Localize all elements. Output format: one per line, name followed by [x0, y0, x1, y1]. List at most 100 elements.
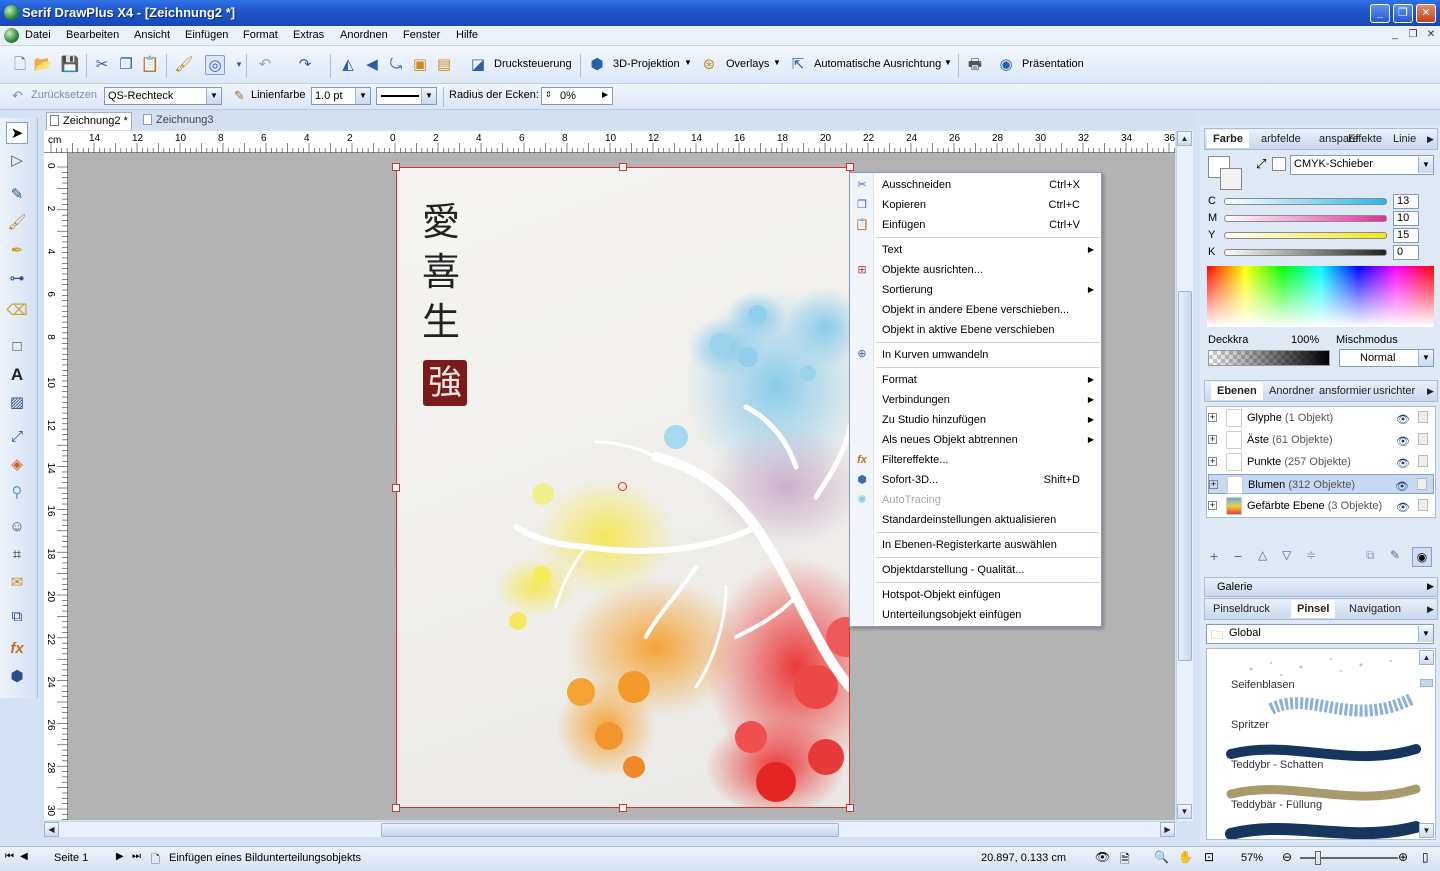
presentation-icon[interactable]: ◉	[996, 55, 1016, 75]
redo-icon[interactable]: ↷	[295, 55, 315, 75]
user-tool-icon[interactable]: ☺	[6, 516, 28, 538]
scroll-up-icon[interactable]: ▲	[1177, 131, 1192, 146]
close-button[interactable]: ✕	[1416, 4, 1436, 23]
menu-item-ausschneiden[interactable]: Ausschneiden Ctrl+X	[882, 177, 1092, 193]
line-color-label[interactable]: Linienfarbe	[251, 89, 305, 101]
eyedropper-tool-icon[interactable]: ⤢	[6, 426, 28, 448]
mdi-restore-icon[interactable]: ❐	[1406, 29, 1420, 42]
expand-icon[interactable]: +	[1208, 457, 1217, 466]
selection-handle[interactable]	[392, 804, 400, 812]
eyedropper-icon[interactable]: ⤢	[1256, 156, 1266, 172]
prev-page-icon[interactable]: ◀	[20, 851, 28, 862]
horizontal-scrollbar[interactable]: ◀ ▶	[44, 821, 1176, 837]
menu-item-abtrennen[interactable]: Als neues Objekt abtrennen ▶	[882, 432, 1094, 448]
yellow-input[interactable]: 15	[1393, 228, 1419, 243]
reset-button[interactable]: Zurücksetzen	[31, 89, 97, 101]
vertical-ruler[interactable]: 0 2 4 6 8 10 12 14 16 18 20 22 24 26 28 30	[44, 153, 68, 820]
menu-ansicht[interactable]: Ansicht	[134, 29, 170, 41]
hand-tool-icon[interactable]: ✋	[1178, 850, 1193, 864]
tab-farbfelder[interactable]: arbfelde	[1261, 130, 1301, 148]
layer-view-icon[interactable]: ◉	[1412, 547, 1432, 567]
menu-item-kopieren[interactable]: Kopieren Ctrl+C	[882, 197, 1092, 213]
layer-blumen[interactable]: + Blumen (312 Objekte) 👁	[1208, 474, 1434, 494]
vertical-scrollbar[interactable]: ▲ ▼	[1176, 131, 1193, 821]
panel-arrow-icon[interactable]: ▶	[1427, 382, 1434, 400]
opacity-slider[interactable]	[1208, 350, 1330, 366]
panel-arrow-icon[interactable]: ▶	[1427, 130, 1434, 148]
chevron-down-icon[interactable]: ▼	[1418, 626, 1433, 642]
eye-icon[interactable]: 👁	[1396, 498, 1410, 518]
menu-item-unterteilungsobjekt[interactable]: Unterteilungsobjekt einfügen	[882, 607, 1092, 623]
undo-icon[interactable]: ↶	[255, 55, 275, 75]
first-page-icon[interactable]: ⏮	[5, 851, 14, 862]
chevron-down-icon[interactable]: ▼	[944, 58, 952, 67]
menu-item-standardeinstellungen[interactable]: Standardeinstellungen aktualisieren	[882, 512, 1092, 528]
pointer-tool-icon[interactable]: ➤	[6, 122, 28, 144]
flip-horizontal-icon[interactable]: ◭	[338, 55, 358, 75]
tab-zeichnung2[interactable]: Zeichnung2 *	[46, 112, 132, 130]
menu-item-text[interactable]: Text ▶	[882, 242, 1094, 258]
text-tool-icon[interactable]: A	[6, 364, 28, 386]
transform-icon[interactable]: ◎	[205, 55, 225, 75]
menu-einfuegen[interactable]: Einfügen	[185, 29, 228, 41]
menu-item-studio[interactable]: Zu Studio hinzufügen ▶	[882, 412, 1094, 428]
key-slider[interactable]	[1224, 249, 1387, 256]
lock-icon[interactable]	[1418, 411, 1428, 423]
eye-icon[interactable]: 👁	[1395, 477, 1409, 497]
color-mode-select[interactable]: CMYK-Schieber	[1290, 155, 1434, 175]
scroll-thumb[interactable]	[381, 823, 839, 837]
tab-effekte[interactable]: Effekte	[1348, 130, 1382, 148]
layer-properties-icon[interactable]: ✎	[1390, 548, 1400, 562]
print-control-button[interactable]: Drucksteuerung	[494, 58, 572, 70]
transparency-tool-icon[interactable]: ⚲	[6, 482, 28, 504]
scroll-thumb[interactable]	[1420, 679, 1433, 687]
auto-align-button[interactable]: Automatische Ausrichtung	[814, 58, 941, 70]
fx-tool-icon[interactable]: fx	[6, 638, 28, 660]
menu-item-objektdarstellung[interactable]: Objektdarstellung - Qualität...	[882, 562, 1092, 578]
brush-tool-icon[interactable]: 🖌	[6, 212, 28, 234]
3d-projection-icon[interactable]: ⬢	[587, 55, 607, 75]
rotate-icon[interactable]: ⤿	[386, 55, 406, 75]
add-layer-icon[interactable]: +	[1210, 548, 1218, 564]
maximize-button[interactable]: ❐	[1393, 4, 1413, 23]
brush-category-select[interactable]: Global	[1206, 624, 1434, 644]
expand-icon[interactable]: +	[1209, 480, 1218, 489]
menu-item-filtereffekte[interactable]: Filtereffekte...	[882, 452, 1092, 468]
expand-icon[interactable]: +	[1208, 501, 1217, 510]
color-spectrum[interactable]	[1207, 266, 1434, 327]
reset-icon[interactable]: ↶	[12, 88, 23, 104]
page-view-icon[interactable]: 🗎	[1120, 850, 1130, 871]
menu-item-kurven[interactable]: In Kurven umwandeln	[882, 347, 1092, 363]
menu-anordnen[interactable]: Anordnen	[340, 29, 388, 41]
menu-item-objekte-ausrichten[interactable]: Objekte ausrichten...	[882, 262, 1092, 278]
chevron-down-icon[interactable]: ▼	[1418, 157, 1433, 173]
presentation-button[interactable]: Präsentation	[1022, 58, 1084, 70]
selection-handle[interactable]	[846, 804, 854, 812]
lock-icon[interactable]	[1418, 499, 1428, 511]
shape-select[interactable]: QS-Rechteck	[104, 87, 222, 105]
envelope-tool-icon[interactable]: ✉	[6, 572, 28, 594]
selection-handle[interactable]	[619, 163, 627, 171]
magenta-slider[interactable]	[1224, 215, 1387, 222]
pen-tool-icon[interactable]: ✒	[6, 240, 28, 262]
scroll-right-icon[interactable]: ▶	[1160, 822, 1175, 837]
connector-tool-icon[interactable]: ⊶	[6, 268, 28, 290]
new-icon[interactable]: 🗋	[10, 55, 30, 75]
overlays-button[interactable]: Overlays	[726, 58, 769, 70]
gallery-header[interactable]: Galerie ▶	[1204, 577, 1438, 597]
magenta-input[interactable]: 10	[1393, 211, 1419, 226]
move-layer-down-icon[interactable]: ▽	[1282, 548, 1291, 562]
panel-arrow-icon[interactable]: ▶	[1427, 600, 1434, 618]
eraser-tool-icon[interactable]: ⌫	[6, 300, 28, 322]
3d-projection-button[interactable]: 3D-Projektion	[613, 58, 680, 70]
zoom-slider-thumb[interactable]	[1315, 851, 1321, 865]
bring-forward-icon[interactable]: ▣	[410, 55, 430, 75]
expand-icon[interactable]: +	[1208, 413, 1217, 422]
tab-navigation[interactable]: Navigation	[1349, 600, 1401, 618]
no-color-swatch[interactable]	[1272, 157, 1286, 171]
crop-tool-icon[interactable]: ⌗	[6, 544, 28, 566]
menu-item-andere-ebene[interactable]: Objekt in andere Ebene verschieben...	[882, 302, 1092, 318]
selection-handle[interactable]	[392, 484, 400, 492]
chevron-right-icon[interactable]: ▶	[602, 90, 608, 99]
zoom-tool-icon[interactable]: 🔍	[1154, 850, 1169, 864]
